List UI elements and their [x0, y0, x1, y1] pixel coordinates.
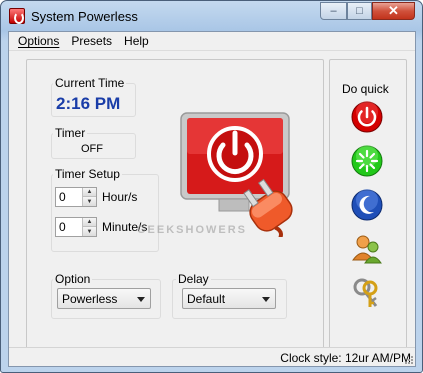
caption-buttons: – □ ✕	[320, 2, 415, 21]
option-selected: Powerless	[62, 292, 118, 306]
title-bar[interactable]: System Powerless – □ ✕	[1, 1, 422, 31]
minutes-spinner-arrows: ▲ ▼	[82, 218, 96, 236]
menu-presets-label: Presets	[71, 34, 113, 48]
timer-setup-group: Timer Setup 0 ▲ ▼ Hour/s 0 ▲ ▼ Minute/s	[51, 167, 159, 252]
switch-user-icon[interactable]	[350, 232, 384, 266]
minutes-spinner[interactable]: 0 ▲ ▼	[55, 217, 97, 237]
close-icon: ✕	[388, 3, 399, 18]
lock-keys-icon[interactable]	[350, 276, 384, 310]
minutes-down-icon[interactable]: ▼	[83, 227, 96, 236]
timer-label: Timer	[53, 126, 88, 140]
chevron-down-icon	[262, 297, 270, 302]
timer-setup-label: Timer Setup	[53, 167, 122, 181]
do-quick-panel: Do quick	[329, 59, 407, 356]
close-button[interactable]: ✕	[372, 2, 415, 20]
resize-grip-icon[interactable]	[404, 355, 414, 365]
minutes-value: 0	[59, 220, 66, 234]
hours-up-icon[interactable]: ▲	[83, 188, 96, 197]
power-off-icon[interactable]	[350, 100, 384, 134]
status-bar: Clock style: 12ur AM/PM	[9, 347, 415, 366]
timer-status: OFF	[81, 143, 103, 155]
minimize-icon: –	[330, 5, 337, 17]
clock-style-status: Clock style: 12ur AM/PM	[280, 351, 411, 365]
current-time-value: 2:16 PM	[56, 94, 121, 113]
do-quick-label: Do quick	[342, 82, 389, 96]
menu-help[interactable]: Help	[118, 32, 155, 50]
chevron-down-icon	[137, 297, 145, 302]
watermark-text: GEEKSHOWERS	[137, 224, 248, 236]
delay-group: Delay Default	[172, 272, 287, 319]
app-window: System Powerless – □ ✕ Options Presets H…	[0, 0, 423, 373]
hours-down-icon[interactable]: ▼	[83, 197, 96, 206]
minimize-button[interactable]: –	[320, 2, 347, 20]
menu-options-label: Options	[18, 34, 60, 48]
hours-label: Hour/s	[102, 190, 138, 204]
delay-label: Delay	[176, 272, 211, 286]
delay-select[interactable]: Default	[182, 288, 276, 309]
window-title: System Powerless	[31, 9, 138, 24]
delay-selected: Default	[187, 292, 226, 306]
maximize-icon: □	[356, 5, 363, 17]
option-group: Option Powerless	[51, 272, 161, 319]
app-power-icon[interactable]	[9, 8, 25, 24]
power-plug-logo-icon	[180, 112, 293, 237]
client-area: Options Presets Help Current Time 2:16 P…	[8, 31, 416, 367]
sleep-moon-icon[interactable]	[350, 188, 384, 222]
current-time-group: Current Time 2:16 PM	[51, 76, 136, 117]
maximize-button[interactable]: □	[347, 2, 372, 20]
minutes-up-icon[interactable]: ▲	[83, 218, 96, 227]
menu-bar: Options Presets Help	[9, 32, 415, 51]
menu-help-label: Help	[124, 34, 149, 48]
current-time-label: Current Time	[53, 76, 127, 90]
restart-icon[interactable]	[350, 144, 384, 178]
main-panel: Current Time 2:16 PM Timer OFF Timer Set…	[26, 59, 324, 356]
option-select[interactable]: Powerless	[57, 288, 151, 309]
option-label: Option	[53, 272, 93, 286]
menu-options[interactable]: Options	[12, 32, 65, 50]
hours-spinner-arrows: ▲ ▼	[82, 188, 96, 206]
hours-spinner[interactable]: 0 ▲ ▼	[55, 187, 97, 207]
menu-presets[interactable]: Presets	[65, 32, 118, 50]
timer-group: Timer OFF	[51, 126, 136, 159]
hours-value: 0	[59, 190, 66, 204]
